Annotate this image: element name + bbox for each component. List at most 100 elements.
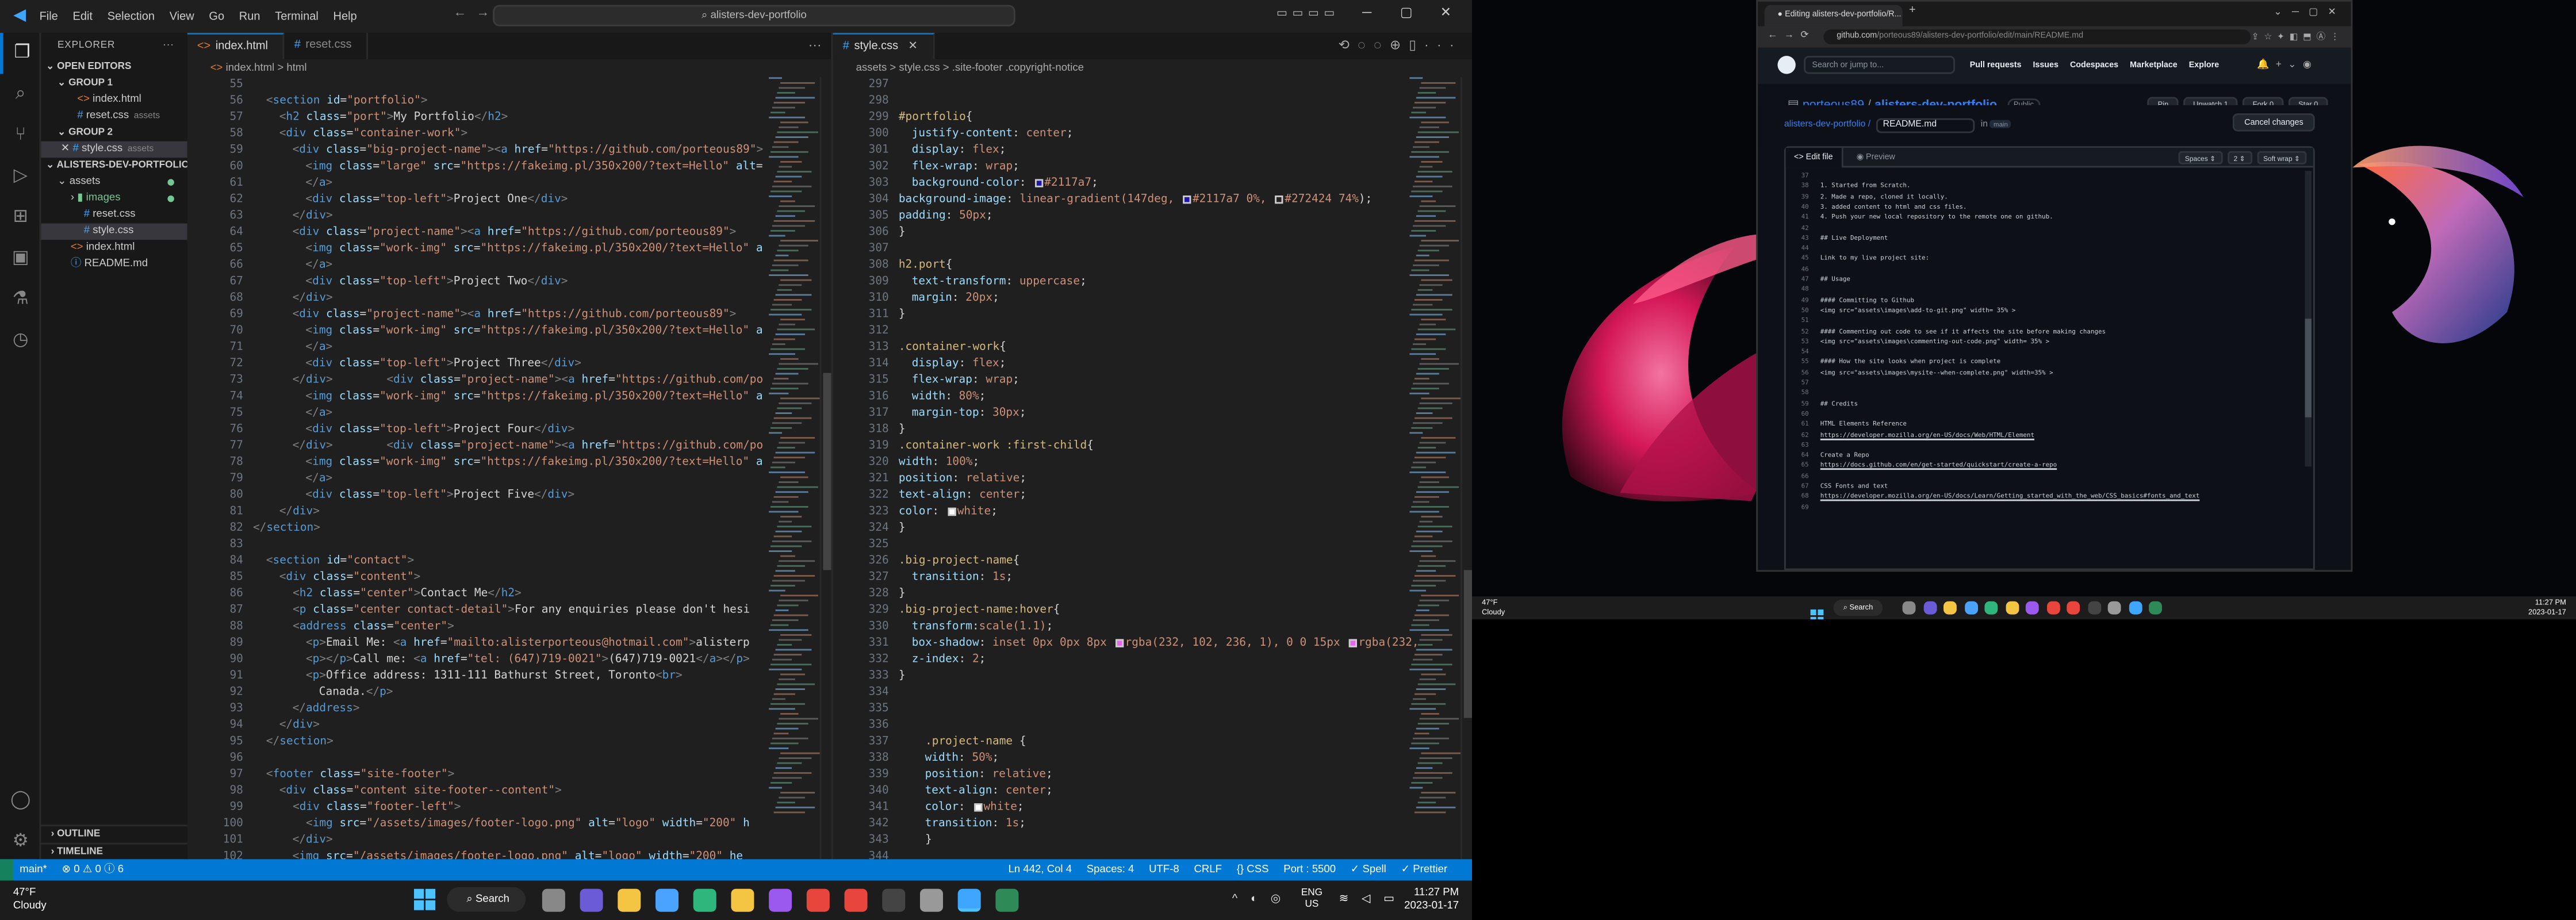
source-control-icon[interactable]: ⑂ [0,115,41,156]
vscode-icon[interactable] [2128,601,2142,615]
media-icon[interactable] [995,888,1019,912]
nav-buttons[interactable]: ←→⟳ [1768,29,1815,41]
weather-widget[interactable]: 47°F Cloudy [13,887,47,914]
tray-icons[interactable]: ^ ◐ ◎ [1232,892,1286,905]
window-controls[interactable]: ⌄─▢✕ [2274,6,2346,18]
tree-item[interactable]: ⓘ README.md [41,256,187,273]
menu-item-view[interactable]: View [170,11,194,22]
editor-more-icon[interactable]: ··· [808,33,822,59]
css-code-area[interactable]: 297 298 299 #portfolio{300 justify-content: … [833,77,1472,859]
explorer-icon[interactable]: ❐ [0,33,41,74]
color-swatch-icon[interactable] [1115,638,1124,647]
taskbar-search[interactable]: ⌕ Search [1833,599,1883,616]
remote-explorer-icon[interactable]: ▣ [0,238,41,279]
color-swatch-icon[interactable] [1275,194,1283,203]
menu-item-help[interactable]: Help [334,11,357,22]
breadcrumb[interactable]: assets > style.css > .site-footer .copyr… [833,59,1472,77]
search-icon[interactable]: ⌕ [0,74,41,115]
status-item[interactable]: {} CSS [1237,864,1269,876]
editor-option-select[interactable]: Soft wrap ⇕ [2256,151,2307,164]
manage-gear-icon[interactable]: ⚙ [0,822,41,862]
color-swatch-icon[interactable] [973,802,982,811]
open-editor-item[interactable]: <> index.html [41,92,187,109]
browser-tab[interactable]: ● Editing alisters-dev-portfolio/R... ✕ [1764,5,1903,26]
task-view-icon[interactable] [1902,601,1916,615]
markdown-editor[interactable]: 37 38 1. Started from Scratch. 39 2. Made a … [1786,167,2300,568]
minimize-icon[interactable]: ─ [1347,5,1387,20]
github-nav-issues[interactable]: Issues [2033,61,2058,71]
close-tab-icon[interactable]: ✕ [908,41,918,52]
open-editor-item[interactable]: ✕ # style.css assets [41,141,187,158]
code-editor-icon[interactable] [656,888,678,912]
html-code-area[interactable]: 55 56 <section id="portfolio"> 57 <h2 class=… [187,77,831,859]
clock[interactable]: 11:27 PM 2023-01-17 [2528,598,2566,618]
close-editor-icon[interactable]: ✕ [61,143,70,155]
vscode-icon[interactable] [957,888,981,912]
status-item[interactable]: ✓ Spell [1351,864,1386,876]
visual-studio-icon[interactable] [769,888,792,912]
repo-breadcrumb-link[interactable]: alisters-dev-portfolio [1784,120,1866,130]
git-branch-status[interactable]: main* [20,864,47,876]
github-nav-pull-requests[interactable]: Pull requests [1970,61,2022,71]
terminal-icon[interactable] [2087,601,2100,615]
command-center[interactable]: ⌕ alisters-dev-portfolio [493,5,1015,26]
menu-item-run[interactable]: Run [239,11,260,22]
chrome-alt-icon[interactable] [2067,601,2080,615]
media-icon[interactable] [2149,601,2162,615]
status-item[interactable]: ✓ Prettier [1401,864,1448,876]
open-editor-item[interactable]: # reset.css assets [41,109,187,125]
github-nav-codespaces[interactable]: Codespaces [2070,61,2118,71]
task-view-icon[interactable] [542,888,565,912]
language-indicator[interactable]: ENG US [1301,889,1322,912]
github-logo-icon[interactable] [1777,56,1796,74]
vscode-logo-icon[interactable]: ◀ [10,6,29,26]
github-nav-explore[interactable]: Explore [2189,61,2219,71]
minimap[interactable] [769,77,822,859]
tree-item[interactable]: <> index.html [41,240,187,256]
menu-item-edit[interactable]: Edit [73,11,93,22]
edit-file-tab[interactable]: <> Edit file [1785,148,1843,168]
code-editor-icon[interactable] [1964,601,1977,615]
tree-item[interactable]: ⌄ assets [41,174,187,191]
start-icon[interactable] [1810,601,1824,620]
terminal-icon[interactable] [882,888,906,912]
account-icon[interactable]: ◯ [0,780,41,821]
edge-icon[interactable] [693,888,716,912]
project-folder-header[interactable]: ⌄ ALISTERS-DEV-PORTFOLIO [41,158,187,174]
timeline-icon[interactable]: ◷ [0,320,41,361]
tab-style-css[interactable]: # style.css ✕ [833,33,934,59]
close-icon[interactable]: ✕ [1426,5,1466,20]
github-header-actions[interactable]: 🔔+⌄◉ [2257,59,2318,71]
outline-section[interactable]: › OUTLINE [41,825,187,841]
scrollbar[interactable] [1460,77,1472,860]
extensions-icon[interactable]: ⊞ [0,197,41,238]
start-icon[interactable] [414,888,436,910]
chat-icon[interactable] [580,888,603,912]
remote-indicator-icon[interactable] [0,859,13,881]
visual-studio-icon[interactable] [2025,601,2039,615]
preview-tab[interactable]: ◉ Preview [1848,148,1903,167]
editor-scrollbar[interactable] [2305,171,2312,467]
tab-index-html[interactable]: <> index.html [187,33,285,59]
menu-item-file[interactable]: File [40,11,58,22]
timeline-section[interactable]: › TIMELINE [41,842,187,860]
file-explorer-icon[interactable] [1943,601,1957,615]
file-explorer-icon[interactable] [618,888,641,912]
scrollbar[interactable] [819,77,831,860]
color-swatch-icon[interactable] [1034,178,1043,187]
file-manager-icon[interactable] [731,888,754,912]
group2-header[interactable]: ⌄ GROUP 2 [41,125,187,141]
run-debug-icon[interactable]: ▷ [0,156,41,197]
file-manager-icon[interactable] [2005,601,2018,615]
clock[interactable]: 11:27 PM 2023-01-17 [1404,887,1459,914]
edge-icon[interactable] [1984,601,1998,615]
settings-icon[interactable] [920,888,943,912]
github-nav-marketplace[interactable]: Marketplace [2130,61,2178,71]
tab-reset-css[interactable]: # reset.css [285,33,369,59]
status-item[interactable]: UTF-8 [1149,864,1179,876]
address-bar[interactable]: github.com/porteous89/alisters-dev-portf… [1823,29,2251,45]
weather-widget[interactable]: 47°F Cloudy [1482,598,1505,618]
chat-icon[interactable] [1923,601,1937,615]
extension-icons[interactable]: ⇪☆✦◧⬒Ⓐ⋮ [2252,29,2345,43]
editor-option-select[interactable]: 2 ⇕ [2227,151,2252,164]
